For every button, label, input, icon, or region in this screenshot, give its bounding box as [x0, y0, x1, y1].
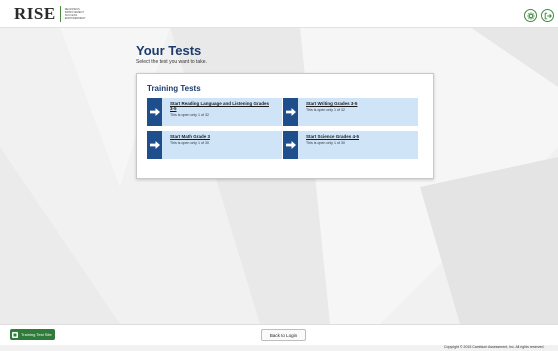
page-subtitle: Select the test you want to take.	[136, 59, 207, 65]
test-tile-label: Start Science Grades 4-5	[306, 134, 360, 139]
test-tile-note: This is open only 1 of 30	[170, 141, 209, 145]
back-to-login-button[interactable]: Back to Login	[261, 329, 306, 341]
test-tile-reading[interactable]: Start Reading Language and Listening Gra…	[147, 98, 282, 126]
copyright-text: Copyright © 2015 Cambium Assessment, Inc…	[444, 345, 545, 349]
test-tile-label: Start Reading Language and Listening Gra…	[170, 101, 270, 111]
test-tile-label: Start Writing Grades 3-5	[306, 101, 358, 106]
logout-button[interactable]	[541, 9, 554, 22]
test-tile-note: This is open only 1 of 32	[170, 113, 209, 117]
test-tile-note: This is open only 1 of 32	[306, 108, 345, 112]
test-tile-writing[interactable]: Start Writing Grades 3-5 This is open on…	[283, 98, 418, 126]
training-tests-panel: Training Tests Start Reading Language an…	[136, 73, 434, 179]
app-footer: Training Test Site Back to Login	[0, 324, 558, 345]
settings-button[interactable]	[524, 9, 537, 22]
logo-divider	[59, 6, 61, 22]
logo-subtext: READINESS IMPROVEMENT SUCCESS EMPOWERMEN…	[64, 8, 86, 20]
page-heading: Your Tests Select the test you want to t…	[136, 43, 207, 65]
test-tile-label: Start Math Grade 3	[170, 134, 211, 139]
training-test-site-button[interactable]: Training Test Site	[10, 329, 55, 340]
sign-out-icon	[544, 12, 552, 19]
gear-icon	[526, 11, 535, 20]
arrow-right-icon	[147, 131, 162, 159]
test-site-icon	[12, 331, 18, 338]
test-tile-science[interactable]: Start Science Grades 4-5 This is open on…	[283, 131, 418, 159]
test-tile-math[interactable]: Start Math Grade 3 This is open only 1 o…	[147, 131, 282, 159]
app-header: RISE READINESS IMPROVEMENT SUCCESS EMPOW…	[0, 0, 558, 28]
arrow-right-icon	[147, 98, 162, 126]
panel-title: Training Tests	[147, 84, 201, 93]
page-title: Your Tests	[136, 43, 202, 58]
test-tile-note: This is open only 1 of 30	[306, 141, 345, 145]
training-test-site-label: Training Test Site	[21, 332, 52, 337]
logo-text: RISE	[14, 4, 56, 23]
arrow-right-icon	[283, 98, 298, 126]
arrow-right-icon	[283, 131, 298, 159]
rise-logo: RISE READINESS IMPROVEMENT SUCCESS EMPOW…	[14, 5, 91, 23]
